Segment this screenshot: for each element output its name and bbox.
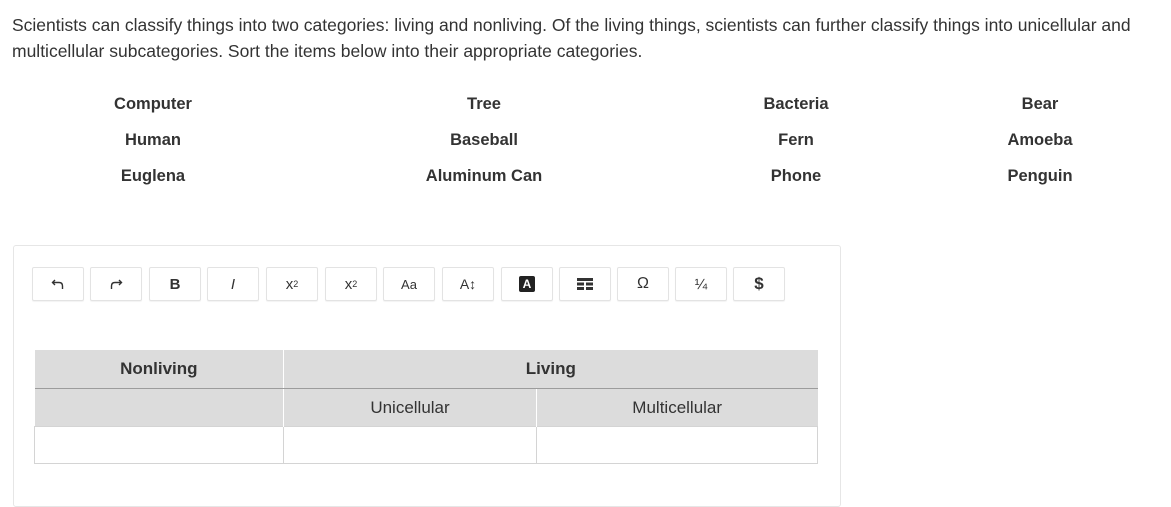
redo-button[interactable] (90, 267, 142, 301)
item-computer[interactable]: Computer (114, 92, 192, 116)
sorting-table: Nonliving Living Unicellular Multicellul… (33, 350, 819, 464)
font-case-button[interactable]: Aa (383, 267, 435, 301)
unicellular-cell[interactable] (283, 426, 537, 464)
item-euglena[interactable]: Euglena (121, 164, 185, 188)
bold-button[interactable]: B (149, 267, 201, 301)
undo-button[interactable] (32, 267, 84, 301)
italic-button[interactable]: I (207, 267, 259, 301)
multicellular-header: Multicellular (536, 388, 818, 427)
superscript-mark: 2 (293, 279, 299, 289)
item-human[interactable]: Human (125, 128, 181, 152)
table-icon (577, 277, 593, 291)
superscript-base: x (285, 275, 294, 293)
item-fern[interactable]: Fern (778, 128, 814, 152)
item-bacteria[interactable]: Bacteria (763, 92, 828, 116)
nonliving-cell[interactable] (33, 426, 285, 464)
multicellular-cell[interactable] (535, 426, 819, 464)
table-row (33, 426, 819, 464)
font-color-icon: A (519, 276, 535, 292)
item-bear[interactable]: Bear (1022, 92, 1059, 116)
item-aluminum-can[interactable]: Aluminum Can (426, 164, 542, 188)
table-subheader-row: Unicellular Multicellular (34, 388, 818, 427)
question-prompt: Scientists can classify things into two … (12, 15, 1131, 61)
item-penguin[interactable]: Penguin (1007, 164, 1072, 188)
item-amoeba[interactable]: Amoeba (1007, 128, 1072, 152)
table-header-row: Nonliving Living (34, 350, 818, 389)
unicellular-header: Unicellular (283, 388, 537, 427)
living-header: Living (283, 350, 818, 389)
subscript-button[interactable]: x2 (325, 267, 377, 301)
redo-icon (109, 277, 123, 291)
superscript-button[interactable]: x2 (266, 267, 318, 301)
sorting-table-wrap: Nonliving Living Unicellular Multicellul… (33, 350, 819, 464)
subscript-base: x (344, 275, 353, 293)
subscript-mark: 2 (352, 279, 358, 289)
nonliving-header: Nonliving (34, 350, 284, 389)
item-baseball[interactable]: Baseball (450, 128, 518, 152)
currency-button[interactable]: $ (733, 267, 785, 301)
special-characters-button[interactable]: Ω (617, 267, 669, 301)
sortable-items: Computer Tree Bacteria Bear Human Baseba… (0, 92, 1171, 202)
undo-icon (51, 277, 65, 291)
item-phone[interactable]: Phone (771, 164, 821, 188)
item-tree[interactable]: Tree (467, 92, 501, 116)
font-color-button[interactable]: A (501, 267, 553, 301)
table-button[interactable] (559, 267, 611, 301)
font-size-button[interactable]: A↕ (442, 267, 494, 301)
nonliving-subheader (34, 388, 285, 427)
answer-editor: B I x2 x2 Aa A↕ A Ω ¼ $ Nonliving Living (13, 245, 841, 507)
fraction-button[interactable]: ¼ (675, 267, 727, 301)
